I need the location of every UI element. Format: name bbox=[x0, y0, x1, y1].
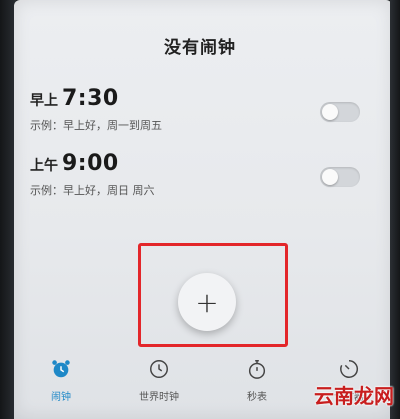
alarm-time: 9:00 bbox=[62, 151, 119, 176]
alarm-clock-icon bbox=[52, 360, 70, 378]
toggle-knob bbox=[322, 104, 338, 120]
timer-icon bbox=[340, 360, 358, 378]
phone-bezel-right bbox=[390, 0, 400, 419]
alarm-item[interactable]: 早上 7:30 示例：早上好，周一到周五 bbox=[30, 86, 360, 133]
alarm-item[interactable]: 上午 9:00 示例：早上好，周日 周六 bbox=[30, 151, 360, 198]
tab-label: 秒表 bbox=[247, 392, 267, 403]
page-title: 没有闹钟 bbox=[164, 38, 236, 58]
tab-alarm[interactable]: 闹钟 bbox=[26, 358, 96, 403]
toggle-knob bbox=[322, 169, 338, 185]
alarm-time: 7:30 bbox=[62, 86, 119, 111]
watermark-text: 云南龙网 bbox=[314, 384, 394, 408]
tab-label: 闹钟 bbox=[51, 392, 71, 403]
alarm-period: 上午 bbox=[30, 158, 58, 174]
alarm-description: 示例：早上好，周日 周六 bbox=[30, 184, 155, 197]
clock-icon bbox=[150, 360, 168, 378]
alarm-toggle[interactable] bbox=[320, 167, 360, 187]
tab-world-clock[interactable]: 世界时钟 bbox=[124, 358, 194, 403]
add-alarm-button[interactable]: + bbox=[178, 273, 236, 331]
tab-label: 世界时钟 bbox=[139, 392, 179, 403]
alarm-description: 示例：早上好，周一到周五 bbox=[30, 119, 162, 132]
alarm-toggle[interactable] bbox=[320, 102, 360, 122]
tab-stopwatch[interactable]: 秒表 bbox=[222, 358, 292, 403]
stopwatch-icon bbox=[248, 360, 266, 379]
alarm-period: 早上 bbox=[30, 93, 58, 109]
